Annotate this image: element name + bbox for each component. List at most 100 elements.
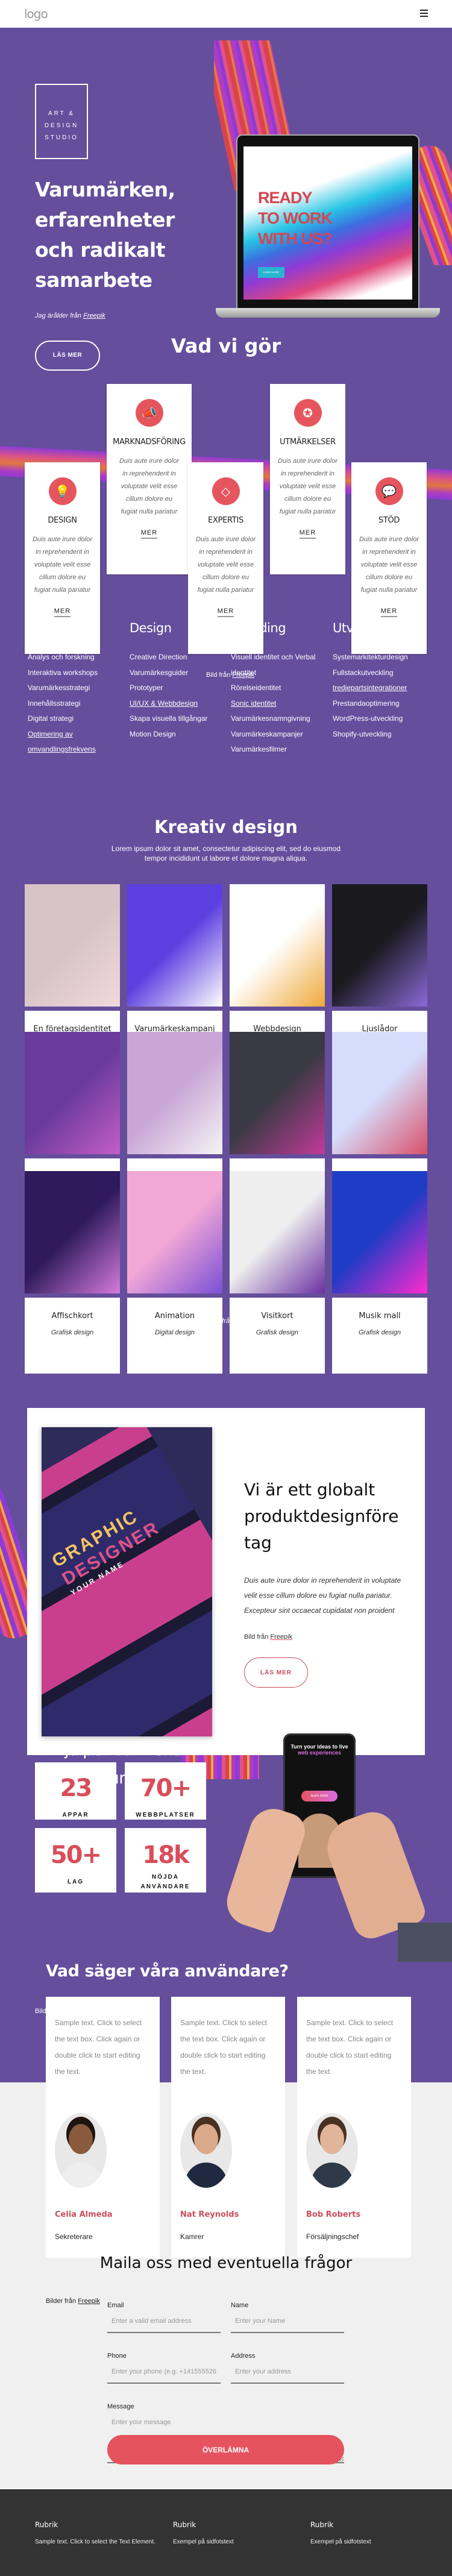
testimonials-credit: Bilder från Freepik <box>46 2298 100 2305</box>
name-label: Name <box>231 2302 249 2309</box>
laptop-mockup-image: READY TO WORK WITH US? LEARN MORE <box>216 134 440 321</box>
stat-value: 18k <box>142 1841 189 1869</box>
stat-value: 23 <box>60 1774 93 1802</box>
portfolio-card-body: VisitkortGrafisk design <box>230 1298 325 1374</box>
stat-label: NÖJDA ANVÄNDARE <box>140 1874 190 1890</box>
freepik-link[interactable]: Freepik <box>78 2298 100 2305</box>
stat-label: WEBBPLATSER <box>136 1812 195 1818</box>
freepik-link[interactable]: Freepik <box>83 312 105 319</box>
address-input[interactable] <box>231 2364 344 2384</box>
diamond-icon: ◇ <box>212 477 240 505</box>
column-item: Skapa visuella tillgångar <box>130 714 208 723</box>
hero-title: Varumärken, erfarenheter och radikalt sa… <box>35 178 175 292</box>
testimonial-name: Nat Reynolds <box>180 2210 239 2219</box>
column-list: Creative Direction Varumärkesguider Protot… <box>130 650 232 742</box>
studio-line: STUDIO <box>45 134 78 141</box>
column-item: Varumärkesguider <box>130 668 189 677</box>
freepik-link[interactable]: Freepik <box>235 1318 257 1325</box>
portfolio-category: Grafisk design <box>51 1329 94 1336</box>
portfolio-card[interactable]: Animation Digital design <box>127 1171 222 1374</box>
column-item: Innehållsstrategi <box>28 699 81 708</box>
column-item[interactable]: tredjepartsintegrationer <box>333 680 435 696</box>
service-description: Duis aute irure dolor in reprehenderit i… <box>119 457 180 515</box>
portfolio-image <box>230 884 325 1007</box>
column-list: Analys och forskning Interaktiva workshop… <box>28 650 130 758</box>
email-input[interactable] <box>107 2314 221 2333</box>
freepik-link[interactable]: Freepik <box>270 1633 292 1641</box>
creative-title: Kreativ design <box>154 817 298 837</box>
column-list: Systemarkitekturdesign Fullstackutvecklin… <box>333 650 435 742</box>
address-label: Address <box>231 2352 256 2360</box>
portfolio-category: Grafisk design <box>358 1329 401 1336</box>
global-read-more-button[interactable]: LÄS MER <box>244 1657 308 1688</box>
footer-text: Exempel på sidfotstext <box>173 2539 234 2545</box>
portfolio-title: Musik mall <box>359 1312 401 1321</box>
megaphone-icon: 📣 <box>135 399 163 427</box>
service-description: Duis aute irure dolor in reprehenderit i… <box>32 536 93 594</box>
submit-button[interactable]: ÖVERLÄMNA <box>107 2435 344 2464</box>
testimonial-role: Försäljningschef <box>306 2232 359 2241</box>
studio-line: ART & <box>48 110 75 117</box>
portfolio-card[interactable]: Affischkort Grafisk design <box>25 1171 120 1374</box>
graphic-designer-card-image: GRAPHIC DESIGNER YOUR NAME <box>42 1427 212 1736</box>
service-more-link[interactable]: MER <box>380 608 398 617</box>
testimonial-card: Sample text. Click to select the text bo… <box>297 1997 411 2258</box>
contact-title: Maila oss med eventuella frågor <box>99 2254 353 2272</box>
hamburger-menu-icon[interactable] <box>420 10 428 17</box>
portfolio-card-body: Animation Digital design <box>127 1298 222 1374</box>
service-title: EXPERTIS <box>208 516 243 525</box>
lightbulb-icon: 💡 <box>48 477 77 505</box>
service-more-link[interactable]: MER <box>299 529 316 539</box>
portfolio-card[interactable]: Musik mall Grafisk design <box>332 1171 427 1374</box>
column-item: Digital strategi <box>28 714 74 723</box>
service-description: Duis aute irure dolor in reprehenderit i… <box>359 536 419 594</box>
creative-subtitle: Lorem ipsum dolor sit amet, consectetur … <box>111 844 341 862</box>
name-field: Name <box>231 2302 344 2333</box>
message-label: Message <box>107 2403 134 2410</box>
column-item: Rörelseidentitet <box>231 683 281 692</box>
logo[interactable]: logo <box>24 7 48 21</box>
stat-box: 50+ LAG <box>35 1828 116 1893</box>
column-item: Shopify-utveckling <box>333 729 392 738</box>
column-item: Analys och forskning <box>28 653 95 661</box>
portfolio-category: Grafisk design <box>256 1329 299 1336</box>
portfolio-image <box>25 1032 120 1154</box>
portfolio-card[interactable]: VisitkortGrafisk design <box>230 1171 325 1374</box>
portfolio-card-body: Affischkort Grafisk design <box>25 1298 120 1374</box>
column-item: Varumärkesstrategi <box>28 683 90 692</box>
laptop-headline: READY TO WORK WITH US? <box>258 189 333 248</box>
column-item: Prestandaoptimering <box>333 699 400 708</box>
service-more-link[interactable]: MER <box>54 608 71 617</box>
portfolio-card-body: Musik mall Grafisk design <box>332 1298 427 1374</box>
service-more-link[interactable]: MER <box>140 529 158 539</box>
column-item: Systemarkitekturdesign <box>333 653 408 661</box>
service-title: STÖD <box>378 516 400 525</box>
global-credit: Bild från Freepik <box>244 1633 293 1641</box>
credit-prefix: Jag ärålder från <box>35 312 82 319</box>
studio-line: DESIGN <box>44 122 79 129</box>
service-title: MARKNADSFÖRING <box>113 438 186 447</box>
service-title: DESIGN <box>48 516 77 525</box>
column-item: Visuell identitet och Verbal identitet <box>231 653 316 677</box>
global-swoosh-decoration <box>0 1483 30 1639</box>
column-item[interactable]: Sonic identitet <box>231 696 333 712</box>
phone-input[interactable] <box>107 2364 221 2384</box>
service-column-utveckling: Utveckling Systemarkitekturdesign Fullstac… <box>333 621 435 742</box>
portfolio-category: Digital design <box>154 1329 195 1336</box>
testimonial-text: Sample text. Click to select the text bo… <box>306 2018 394 2076</box>
award-icon: ✪ <box>293 399 322 427</box>
column-item[interactable]: Optimering av omvandlingsfrekvens <box>28 727 130 758</box>
avatar <box>55 2113 107 2188</box>
testimonial-text: Sample text. Click to select the text bo… <box>180 2018 268 2076</box>
phone-label: Phone <box>107 2352 127 2360</box>
footer-heading: Rubrik <box>35 2521 58 2529</box>
footer-column: Rubrik Exempel på sidfotstext <box>173 2521 234 2545</box>
column-heading: Utveckling <box>333 621 397 635</box>
name-input[interactable] <box>231 2314 344 2333</box>
stat-value: 50+ <box>50 1841 102 1869</box>
portfolio-image <box>127 1171 222 1293</box>
testimonials-title: Vad säger våra användare? <box>46 1962 289 1981</box>
column-item[interactable]: UI/UX & Webbdesign <box>130 696 232 712</box>
service-more-link[interactable]: MER <box>217 608 234 617</box>
stat-box: 18k NÖJDA ANVÄNDARE <box>125 1828 206 1893</box>
